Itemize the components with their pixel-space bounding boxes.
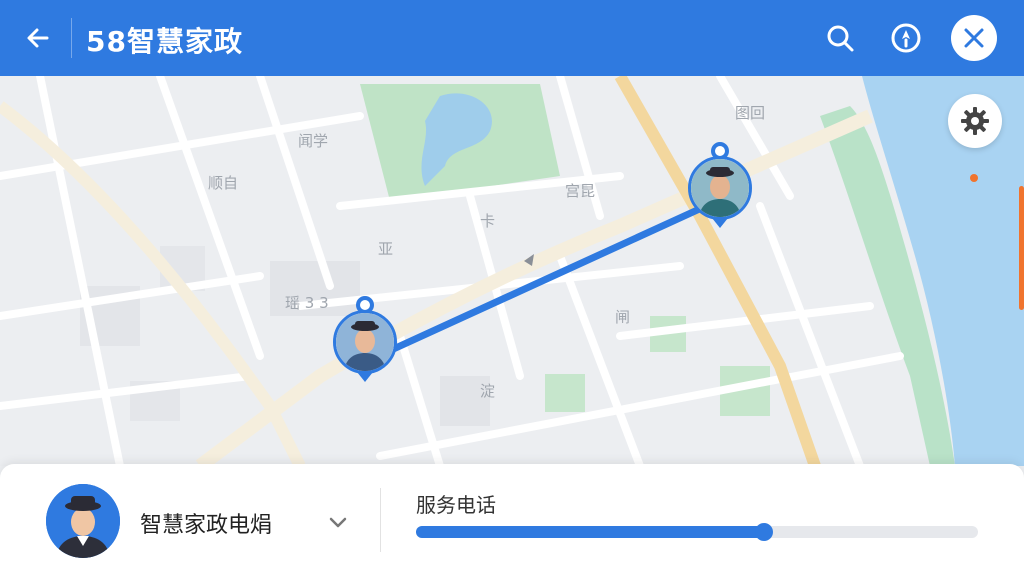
map-label: 淀: [480, 382, 495, 400]
map-label: 闸: [615, 308, 630, 326]
panel-divider: [380, 488, 381, 552]
provider-panel: 智慧家政电焆 服务电话: [0, 464, 1024, 576]
search-button[interactable]: [822, 20, 858, 56]
person-icon: [46, 484, 120, 558]
provider-name: 智慧家政电焆: [140, 513, 273, 538]
map-settings-button[interactable]: [948, 94, 1002, 148]
progress-fill: [416, 526, 765, 538]
service-progress-bar[interactable]: [416, 523, 978, 541]
map-canvas: 顺自 闻学 宫昆 瑶 3 3 亚 卡 图回 闸 淀: [0, 76, 1024, 466]
compass-icon: [891, 23, 921, 53]
map-label: 宫昆: [565, 182, 595, 200]
map-label: 闻学: [298, 132, 328, 150]
app-header: 58智慧家政: [0, 0, 1024, 76]
provider-avatar[interactable]: [46, 484, 120, 558]
header-divider: [71, 18, 72, 58]
progress-handle[interactable]: [755, 523, 774, 541]
person-icon: [336, 313, 394, 371]
pin-tail: [712, 218, 728, 228]
avatar: [688, 156, 752, 220]
notification-dot: [970, 174, 978, 182]
compass-button[interactable]: [888, 20, 924, 56]
map-view[interactable]: 顺自 闻学 宫昆 瑶 3 3 亚 卡 图回 闸 淀: [0, 76, 1024, 466]
search-icon: [827, 25, 854, 52]
service-phone-label: 服务电话: [416, 493, 496, 517]
map-label: 瑶 3 3: [285, 294, 329, 312]
pin-tail: [357, 372, 373, 382]
map-label: 顺自: [208, 174, 238, 192]
chevron-down-icon: [329, 517, 347, 528]
side-drawer-handle[interactable]: [1019, 186, 1024, 310]
close-icon: [964, 28, 984, 48]
avatar: [333, 310, 397, 374]
person-icon: [691, 159, 749, 217]
back-button[interactable]: [18, 20, 58, 56]
gear-icon: [961, 107, 989, 135]
arrow-left-icon: [27, 28, 49, 48]
page-title: 58智慧家政: [86, 25, 243, 58]
map-label: 卡: [480, 212, 495, 230]
map-label: 亚: [378, 240, 393, 258]
expand-button[interactable]: [326, 510, 350, 534]
map-label: 图回: [735, 104, 765, 122]
close-button[interactable]: [951, 15, 997, 61]
